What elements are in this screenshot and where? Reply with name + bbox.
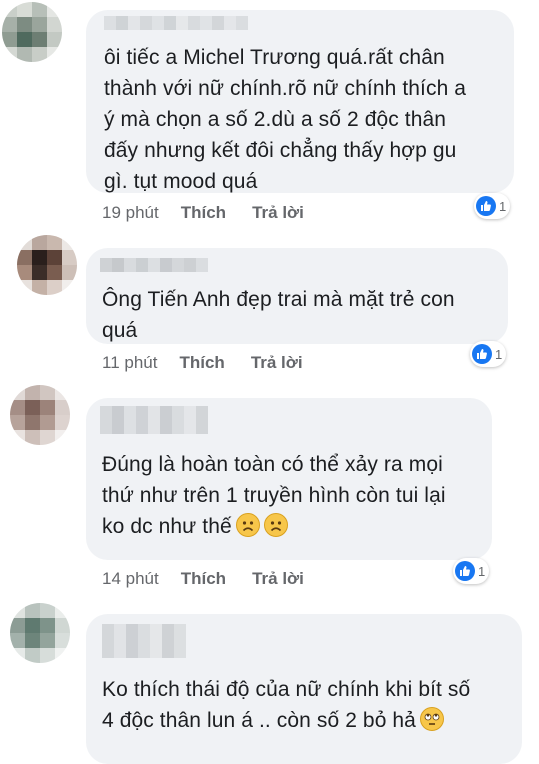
eye-roll-face-icon (419, 707, 444, 731)
reply-button[interactable]: Trả lời (252, 203, 304, 223)
comment-bubble: Ông Tiến Anh đẹp trai mà mặt trẻ con quá (86, 248, 508, 344)
reaction-badge[interactable]: 1 (453, 558, 490, 584)
like-button[interactable]: Thích (179, 353, 224, 373)
commenter-name-blurred[interactable] (104, 16, 248, 30)
timestamp[interactable]: 11 phút (102, 353, 157, 373)
avatar[interactable] (10, 385, 70, 445)
comment-text: Ông Tiến Anh đẹp trai mà mặt trẻ con quá (102, 288, 455, 342)
comment-bubble: ôi tiếc a Michel Trương quá.rất chân thà… (86, 10, 514, 193)
like-button[interactable]: Thích (181, 569, 226, 589)
timestamp[interactable]: 19 phút (102, 203, 159, 223)
reaction-count: 1 (478, 563, 486, 579)
reaction-count: 1 (495, 346, 503, 362)
frowning-face-icon (235, 513, 260, 537)
commenter-name-blurred[interactable] (100, 258, 208, 272)
comment-text-body: Ko thích thái độ của nữ chính khi bít số… (102, 678, 471, 732)
comment-actions: 14 phút Thích Trả lời (102, 569, 304, 589)
commenter-name-blurred[interactable] (100, 406, 208, 434)
comment-text: Ko thích thái độ của nữ chính khi bít số… (102, 674, 517, 736)
avatar[interactable] (2, 2, 62, 62)
like-button[interactable]: Thích (181, 203, 226, 223)
reply-button[interactable]: Trả lời (252, 569, 304, 589)
comment-text: ôi tiếc a Michel Trương quá.rất chân thà… (104, 46, 467, 193)
comment-bubble: Ko thích thái độ của nữ chính khi bít số… (86, 614, 522, 764)
comment-text: Đúng là hoàn toàn có thể xảy ra mọi thứ … (102, 449, 487, 542)
avatar[interactable] (17, 235, 77, 295)
reply-button[interactable]: Trả lời (251, 353, 303, 373)
commenter-name-blurred[interactable] (102, 624, 186, 658)
thumbs-up-icon (476, 196, 496, 216)
thumbs-up-icon (455, 561, 475, 581)
frowning-face-icon (263, 513, 288, 537)
reaction-count: 1 (499, 198, 507, 214)
comment-actions: 11 phút Thích Trả lời (102, 353, 303, 373)
reaction-badge[interactable]: 1 (474, 193, 511, 219)
avatar[interactable] (10, 603, 70, 663)
comment-bubble: Đúng là hoàn toàn có thể xảy ra mọi thứ … (86, 398, 492, 560)
reaction-badge[interactable]: 1 (470, 341, 507, 367)
thumbs-up-icon (472, 344, 492, 364)
timestamp[interactable]: 14 phút (102, 569, 159, 589)
comment-actions: 19 phút Thích Trả lời (102, 203, 304, 223)
